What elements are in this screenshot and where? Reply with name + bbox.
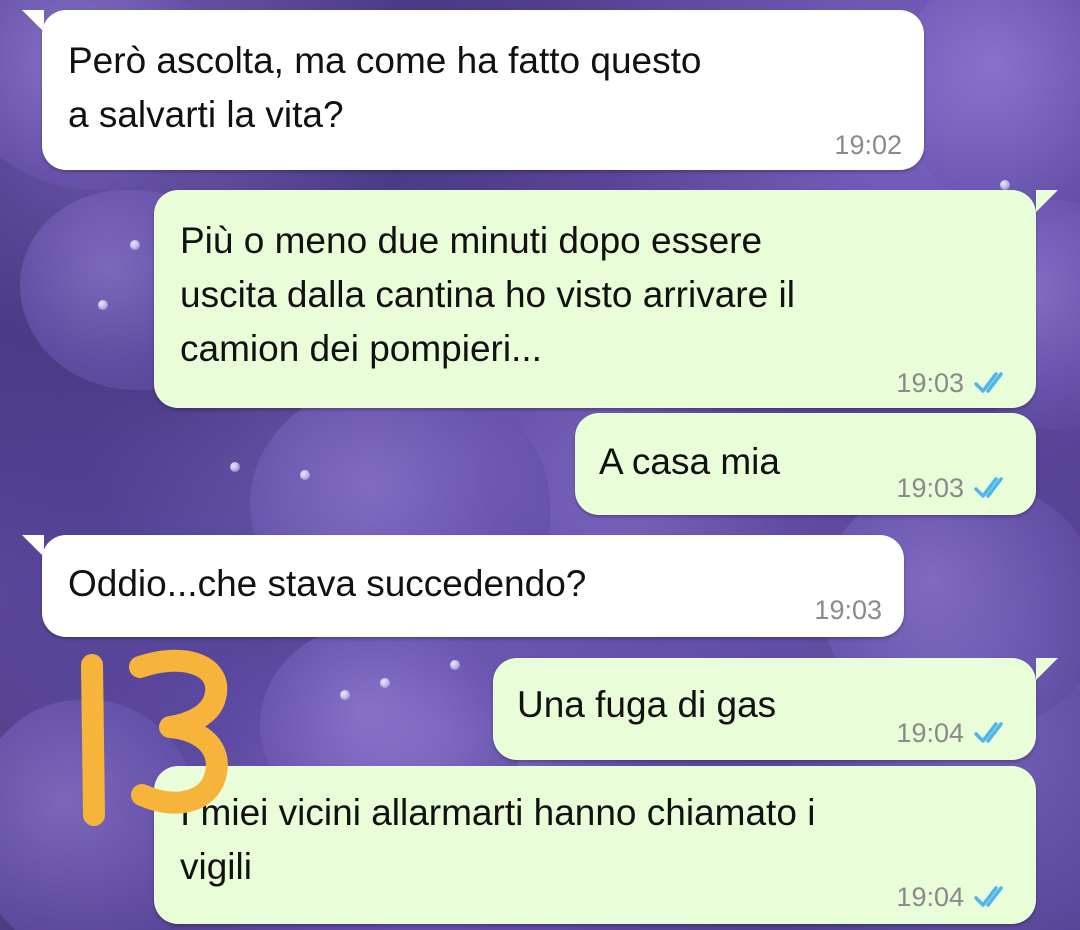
- message-bubble-outgoing[interactable]: Una fuga di gas 19:04: [493, 658, 1036, 760]
- message-time: 19:03: [896, 473, 964, 503]
- message-text: A casa mia: [599, 441, 780, 482]
- message-text: Oddio...che stava succedendo?: [68, 563, 587, 604]
- water-drop: [340, 690, 350, 700]
- message-bubble-outgoing[interactable]: A casa mia 19:03: [575, 413, 1036, 515]
- message-meta: 19:04: [896, 870, 1014, 924]
- incoming-bubble-tail: [22, 10, 44, 32]
- message-meta: 19:02: [834, 118, 902, 172]
- message-text: Più o meno due minuti dopo essere uscita…: [180, 220, 795, 369]
- handwritten-number-13-sticker: [81, 649, 228, 826]
- message-meta: 19:03: [896, 461, 1014, 515]
- water-drop: [300, 470, 310, 480]
- double-check-icon: [974, 372, 1003, 393]
- wallpaper-petal: [900, 0, 1080, 220]
- message-bubble-outgoing[interactable]: I miei vicini allarmarti hanno chiamato …: [154, 766, 1036, 924]
- water-drop: [130, 240, 140, 250]
- double-check-icon: [974, 886, 1003, 907]
- message-time: 19:02: [834, 130, 902, 160]
- message-time: 19:03: [896, 368, 964, 398]
- message-text: I miei vicini allarmarti hanno chiamato …: [180, 792, 816, 887]
- message-bubble-outgoing[interactable]: Più o meno due minuti dopo essere uscita…: [154, 190, 1036, 408]
- message-time: 19:04: [896, 882, 964, 912]
- water-drop: [380, 678, 390, 688]
- incoming-bubble-tail: [22, 535, 44, 557]
- water-drop: [98, 300, 108, 310]
- message-text: Però ascolta, ma come ha fatto questo a …: [68, 40, 702, 135]
- double-check-icon: [974, 477, 1003, 498]
- message-time: 19:03: [814, 595, 882, 625]
- message-bubble-incoming[interactable]: Però ascolta, ma come ha fatto questo a …: [42, 10, 924, 170]
- message-meta: 19:03: [896, 356, 1014, 410]
- message-bubble-incoming[interactable]: Oddio...che stava succedendo? 19:03: [42, 535, 904, 637]
- double-check-icon: [974, 722, 1003, 743]
- water-drop: [1000, 180, 1010, 190]
- water-drop: [450, 660, 460, 670]
- message-text: Una fuga di gas: [517, 684, 777, 725]
- message-meta: 19:03: [814, 583, 882, 637]
- message-time: 19:04: [896, 718, 964, 748]
- water-drop: [230, 462, 240, 472]
- message-meta: 19:04: [896, 706, 1014, 760]
- outgoing-bubble-tail: [1036, 658, 1058, 680]
- outgoing-bubble-tail: [1036, 190, 1058, 212]
